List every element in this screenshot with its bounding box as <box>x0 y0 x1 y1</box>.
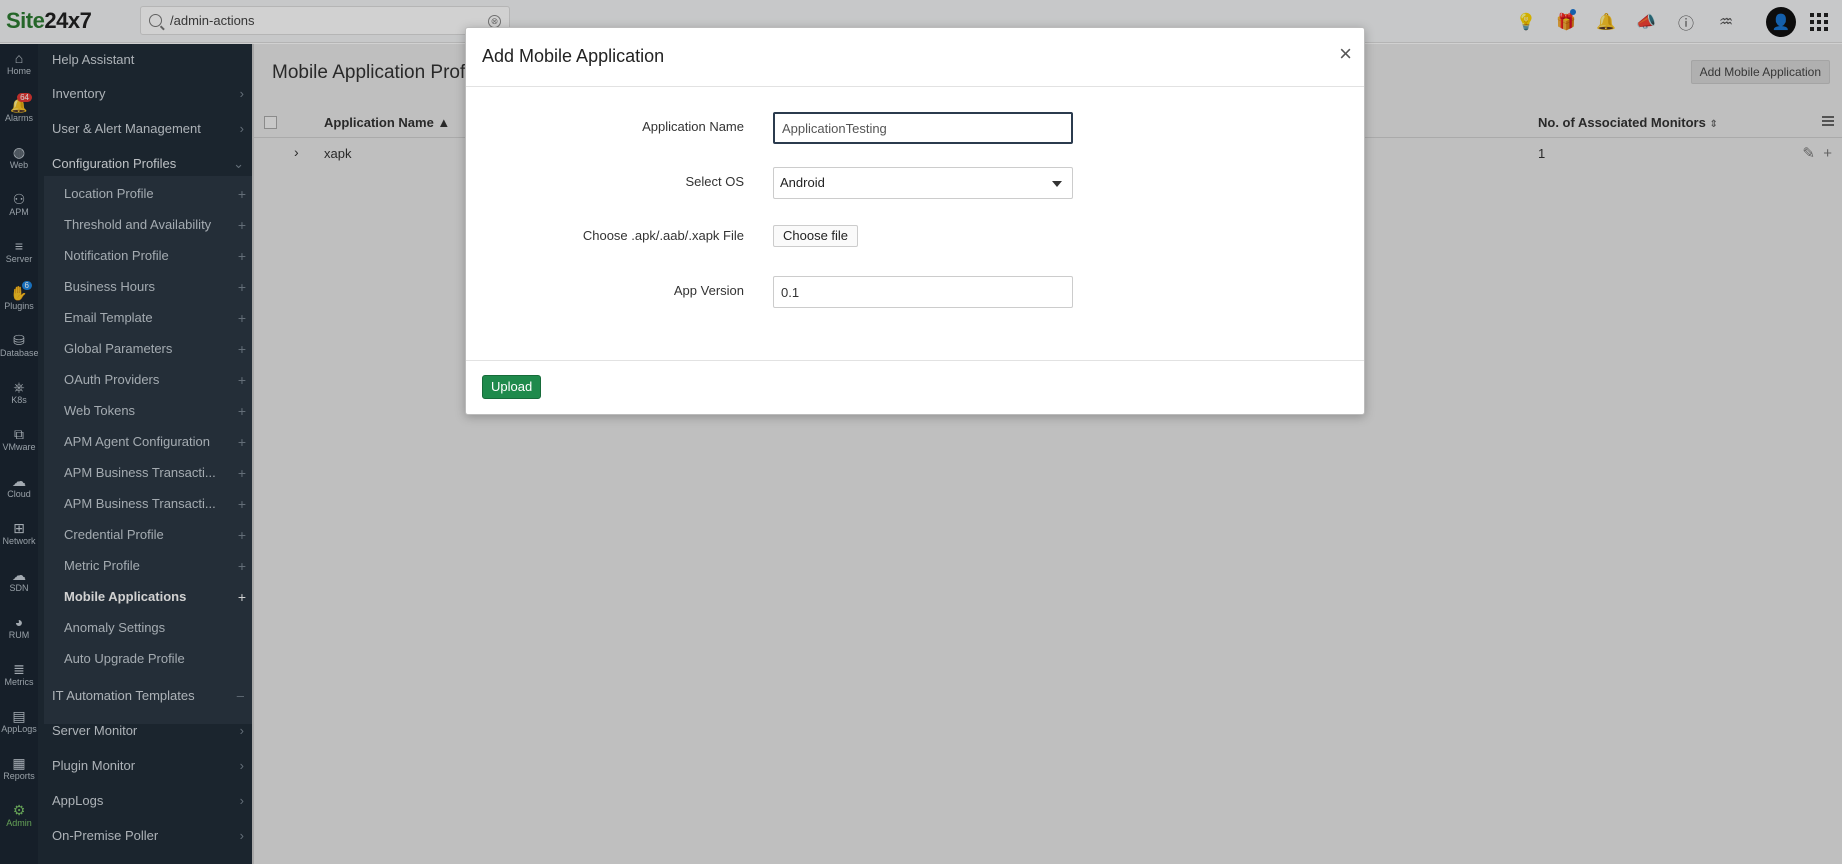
upload-button[interactable]: Upload <box>482 375 542 399</box>
application-name-row: Application Name <box>466 110 1364 144</box>
select-os-row: Select OS Android <box>466 165 1364 199</box>
app-version-row: App Version <box>466 274 1364 308</box>
close-icon[interactable]: × <box>1339 43 1352 65</box>
app-version-label: App Version <box>673 283 744 298</box>
choose-file-button[interactable]: Choose file <box>773 225 859 247</box>
application-name-label: Application Name <box>642 119 744 134</box>
selected-os-value: Android <box>780 175 825 190</box>
dialog-title: Add Mobile Application <box>482 46 665 66</box>
application-name-input[interactable] <box>773 112 1073 144</box>
dialog-header: Add Mobile Application × <box>466 28 1364 87</box>
app-version-input[interactable] <box>773 276 1073 308</box>
select-os-label: Select OS <box>685 174 744 189</box>
dialog-footer: Upload <box>466 360 1364 414</box>
choose-file-label: Choose .apk/.aab/.xapk File <box>582 228 744 243</box>
choose-file-row: Choose .apk/.aab/.xapk File Choose file <box>466 219 1364 253</box>
add-mobile-application-dialog: Add Mobile Application × Application Nam… <box>465 27 1365 415</box>
select-os-dropdown[interactable]: Android <box>773 167 1073 199</box>
caret-down-icon <box>1052 181 1062 187</box>
